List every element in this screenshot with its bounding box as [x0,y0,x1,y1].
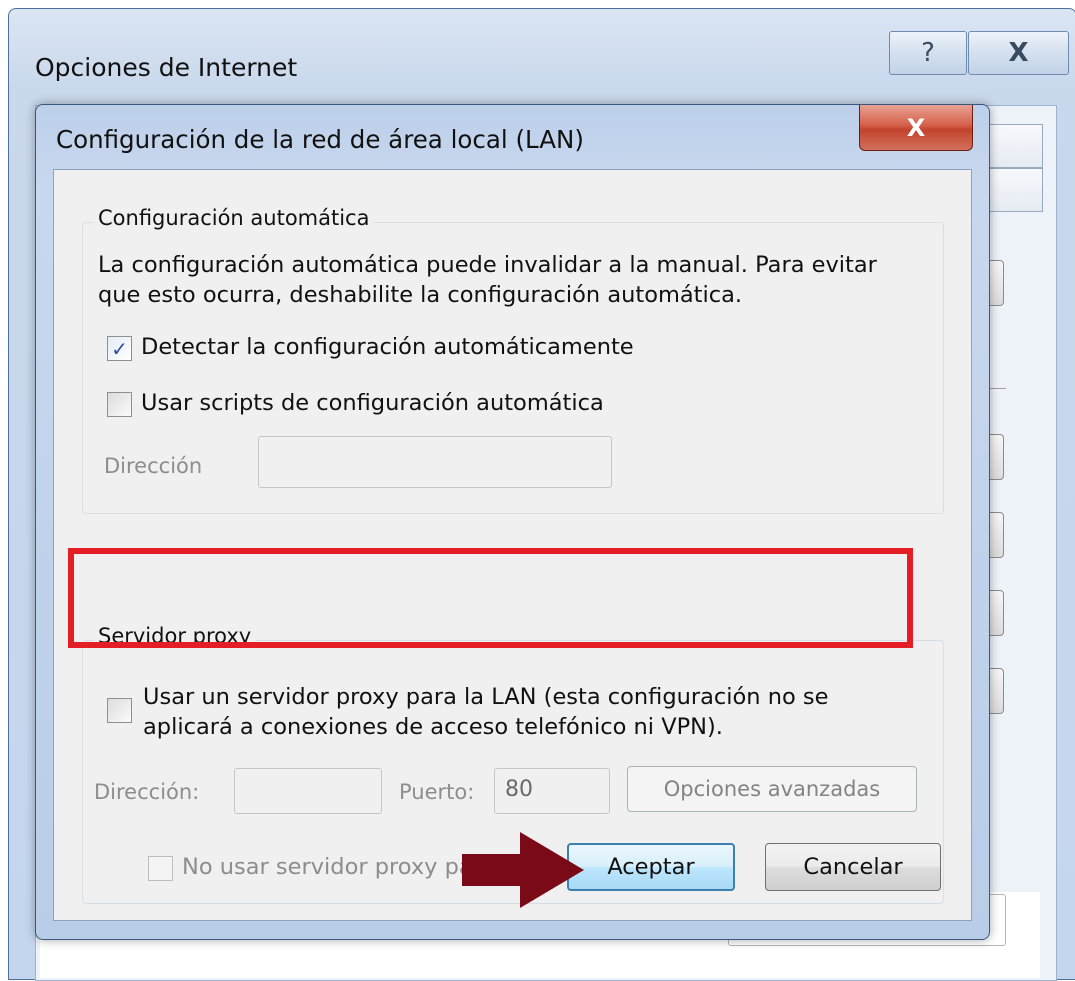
proxy-address-input[interactable] [234,768,382,814]
proxy-port-input[interactable]: 80 [494,768,610,814]
dialog-close-button[interactable]: X [859,105,973,151]
use-proxy-checkbox[interactable] [107,698,132,723]
use-proxy-label-line-1[interactable]: Usar un servidor proxy para la LAN (esta… [143,684,828,710]
bypass-local-checkbox[interactable] [148,856,173,881]
window-close-button[interactable]: X [968,31,1069,75]
help-button[interactable]: ? [889,31,967,75]
detect-auto-checkbox[interactable]: ✓ [107,336,132,361]
use-proxy-label-line-2[interactable]: aplicará a conexiones de acceso telefóni… [143,714,723,740]
auto-config-group-label: Configuración automática [94,206,374,230]
cancel-button[interactable]: Cancelar [765,843,941,891]
ok-button[interactable]: Aceptar [567,843,735,891]
pointer-arrow-icon [462,832,584,908]
detect-auto-label[interactable]: Detectar la configuración automáticament… [141,334,634,360]
highlight-box [68,548,913,648]
proxy-port-label: Puerto: [399,780,475,804]
advanced-options-button[interactable]: Opciones avanzadas [627,766,917,812]
auto-address-label: Dirección [104,454,203,478]
check-icon: ✓ [111,336,128,361]
window-title: Opciones de Internet [35,53,298,82]
lan-settings-dialog: Configuración de la red de área local (L… [35,104,990,940]
auto-address-input[interactable] [258,436,612,488]
auto-config-description-line-1: La configuración automática puede invali… [98,252,877,278]
auto-config-description-line-2: que esto ocurra, deshabilite la configur… [98,282,743,308]
dialog-body: Configuración automática La configuració… [53,169,972,921]
auto-scripts-checkbox[interactable] [107,392,132,417]
dialog-title: Configuración de la red de área local (L… [56,125,584,154]
auto-scripts-label[interactable]: Usar scripts de configuración automática [141,390,604,416]
proxy-address-label: Dirección: [94,780,200,804]
